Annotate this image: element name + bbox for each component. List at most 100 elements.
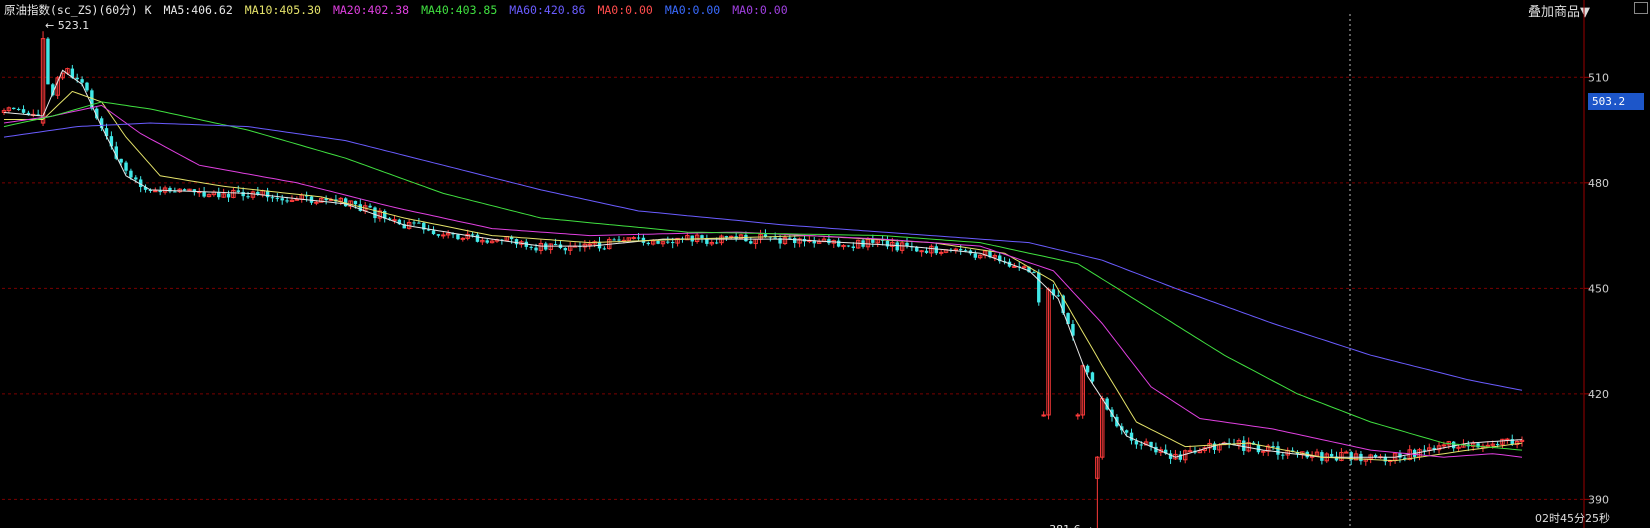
- candle-body: [773, 237, 777, 239]
- candle-body: [80, 79, 84, 83]
- ma-line-ma40: [3, 101, 1523, 451]
- candle-body: [109, 136, 114, 147]
- candle-body: [617, 239, 621, 241]
- candle-body: [934, 246, 938, 254]
- candle-body: [1398, 453, 1402, 458]
- high-annotation: ← 523.1: [45, 19, 89, 32]
- candle-body: [958, 249, 963, 251]
- candle-body: [514, 239, 519, 245]
- candle-body: [1085, 365, 1090, 373]
- candle-body: [602, 248, 607, 250]
- candle-body: [793, 238, 797, 244]
- candle-body: [75, 77, 79, 80]
- candle-body: [1256, 444, 1261, 453]
- candle-body: [182, 189, 187, 191]
- candle-body: [724, 236, 729, 238]
- candle-body: [119, 158, 123, 163]
- candle-body: [1139, 444, 1143, 446]
- candle-body: [314, 201, 319, 204]
- candle-body: [412, 222, 416, 224]
- candle-body: [885, 240, 890, 247]
- candle-body: [973, 253, 978, 258]
- candle-body: [563, 247, 568, 251]
- candle-body: [1261, 450, 1266, 453]
- candle-body: [1281, 454, 1285, 456]
- candle-body: [612, 239, 616, 241]
- candle-body: [631, 237, 636, 240]
- candle-body: [836, 240, 841, 247]
- candle-body: [417, 222, 421, 224]
- candle-body: [285, 200, 289, 202]
- ma-line-ma5: [3, 69, 1523, 458]
- y-tick-label: 510: [1588, 71, 1609, 84]
- y-tick-label: 420: [1588, 388, 1609, 401]
- candle-body: [1012, 265, 1017, 268]
- candle-body: [749, 241, 753, 244]
- candle-body: [368, 205, 372, 208]
- candle-body: [1021, 266, 1027, 269]
- candle-body: [1242, 440, 1246, 451]
- candle-body: [392, 219, 397, 222]
- candle-body: [129, 170, 133, 178]
- candle-body: [656, 240, 660, 244]
- ma-line-ma20: [3, 104, 1523, 458]
- candlestick-chart[interactable]: 390 420 450 480 510 ← 523.1 381.6 →: [0, 0, 1650, 528]
- candle-body: [529, 246, 533, 248]
- candle-body: [431, 230, 436, 235]
- ma-line-ma10: [4, 90, 1523, 462]
- candle-body: [963, 250, 968, 252]
- candle-body: [1041, 414, 1046, 417]
- candle-body: [1075, 414, 1081, 417]
- y-tick-label: 390: [1588, 493, 1609, 506]
- candle-body: [1329, 453, 1334, 457]
- candle-body: [246, 196, 250, 198]
- candle-body: [1124, 430, 1129, 433]
- candle-body: [915, 247, 919, 252]
- candle-body: [1422, 449, 1427, 451]
- candle-body: [553, 243, 558, 245]
- candle-body: [153, 190, 158, 193]
- candle-body: [21, 109, 26, 113]
- candle-body: [1441, 444, 1447, 447]
- candle-body: [1187, 450, 1193, 453]
- candle-body: [280, 198, 284, 201]
- ma-line-ma60: [3, 122, 1523, 391]
- candle-body: [12, 107, 16, 109]
- candle-body: [846, 245, 851, 247]
- candle-body: [1344, 451, 1349, 454]
- candle-body: [666, 241, 670, 243]
- candle-body: [763, 234, 768, 237]
- candle-body: [294, 198, 300, 201]
- candle-body: [938, 251, 944, 254]
- candle-body: [700, 235, 704, 239]
- candle-body: [470, 234, 475, 236]
- candle-body: [924, 250, 929, 253]
- candle-body: [85, 82, 89, 91]
- candle-body: [275, 197, 280, 199]
- candle-body: [1451, 441, 1456, 449]
- candle-body: [436, 234, 441, 236]
- candle-body: [919, 250, 924, 253]
- candle-body: [587, 243, 592, 246]
- candle-body: [46, 38, 50, 85]
- crosshair-time-label: 02时45分25秒: [1535, 512, 1610, 525]
- candle-body: [714, 242, 719, 244]
- candle-body: [158, 190, 162, 193]
- candle-body: [226, 193, 231, 198]
- low-annotation: 381.6 →: [1049, 523, 1093, 528]
- candle-body: [646, 242, 651, 245]
- candle-body: [744, 234, 748, 242]
- candle-body: [270, 197, 275, 199]
- current-price-badge: 503.2: [1588, 93, 1644, 111]
- candle-body: [353, 200, 358, 205]
- candle-body: [475, 234, 480, 242]
- candle-body: [460, 237, 466, 240]
- candle-body: [1276, 446, 1280, 455]
- candle-body: [534, 247, 538, 251]
- candle-body: [895, 242, 899, 251]
- candle-body: [1485, 444, 1491, 447]
- candle-body: [16, 108, 21, 110]
- candle-body: [851, 246, 856, 248]
- y-tick-label: 480: [1588, 177, 1609, 190]
- candle-body: [1037, 272, 1041, 303]
